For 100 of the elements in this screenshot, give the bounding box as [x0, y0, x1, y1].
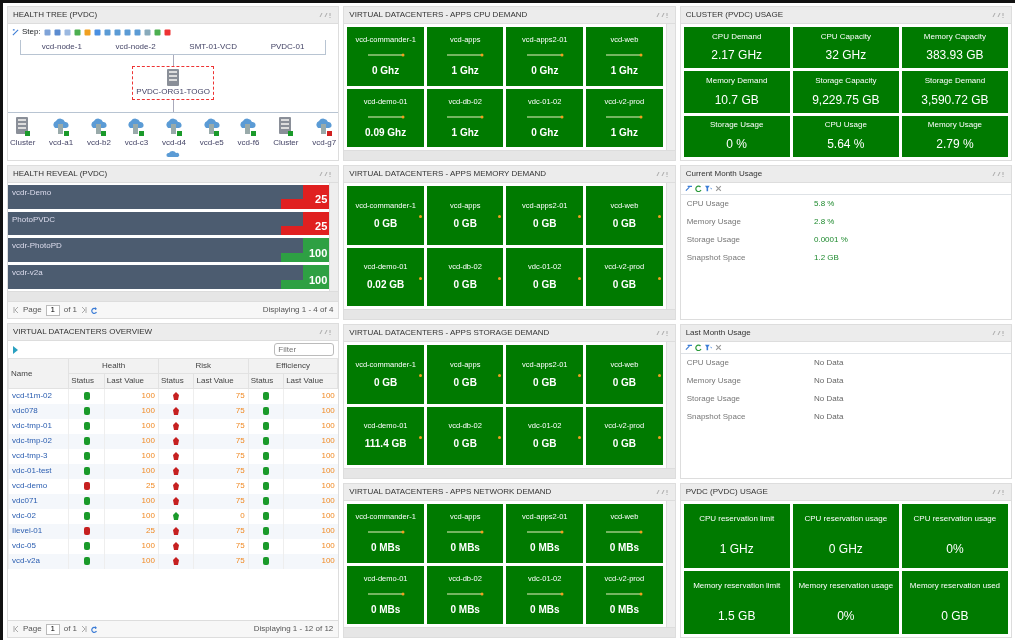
node-label: vcd-node-2	[115, 41, 156, 53]
panel-tools-icon[interactable]	[655, 330, 670, 336]
usage-label: CPU Usage	[686, 357, 730, 369]
panel-tools-icon[interactable]	[992, 171, 1006, 177]
usage-label: Snapshot Space	[686, 252, 747, 264]
vertical-scrollbar[interactable]	[665, 24, 675, 150]
health-row-name: vcdr-v2a	[11, 267, 44, 280]
refresh-icon[interactable]	[91, 625, 98, 633]
last-value: 100	[141, 406, 155, 416]
health-bar-row[interactable]: PhotoPVDC 25	[8, 211, 330, 236]
last-value: 75	[235, 391, 245, 401]
close-icon[interactable]	[714, 185, 722, 192]
horizontal-scrollbar[interactable]	[344, 150, 675, 160]
filter-icon[interactable]	[704, 344, 712, 351]
first-page-icon[interactable]	[13, 626, 19, 632]
panel-tools-icon[interactable]	[319, 170, 334, 177]
stat-value: 2.79 %	[936, 136, 974, 154]
last-page-icon[interactable]	[81, 307, 88, 314]
page-input[interactable]: 1	[45, 304, 60, 316]
health-bar-row[interactable]: vcdr-Demo 25	[8, 184, 330, 209]
vdc-name-link[interactable]: vcd-t1m-02	[12, 391, 52, 401]
filter-icon[interactable]	[704, 185, 712, 192]
horizontal-scrollbar[interactable]	[344, 468, 675, 478]
panel-title: HEALTH TREE (PVDC)	[13, 9, 98, 21]
stat-value: 3,590.72 GB	[921, 91, 989, 109]
panel-title: CLUSTER (PVDC) USAGE	[685, 9, 783, 21]
page-input[interactable]: 1	[45, 623, 60, 635]
health-score: 25	[303, 211, 330, 236]
tile-value: 0 GB	[533, 375, 557, 390]
search-field[interactable]: Filter	[274, 343, 335, 357]
last-page-icon[interactable]	[81, 626, 88, 632]
last-value: 75	[235, 526, 245, 536]
vdc-name-link[interactable]: vdc-02	[12, 511, 36, 521]
export-icon[interactable]	[12, 345, 19, 354]
vdc-name-link[interactable]: vcd-tmp-3	[12, 451, 48, 461]
tile-value: 0 MBs	[450, 602, 480, 617]
panel-tools-icon[interactable]	[655, 12, 670, 18]
last-value: 100	[321, 421, 335, 431]
tile-value: 0 Ghz	[531, 125, 559, 140]
node-label: PVDC-01	[270, 41, 305, 53]
panel-tools-icon[interactable]	[655, 489, 670, 495]
vertical-scrollbar[interactable]	[665, 501, 675, 627]
refresh-icon[interactable]	[694, 344, 702, 351]
panel-tools-icon[interactable]	[319, 12, 334, 18]
usage-label: Memory Usage	[686, 375, 742, 387]
horizontal-scrollbar[interactable]	[344, 627, 675, 637]
usage-value: 0.0001 %	[814, 234, 848, 246]
node-label: Cluster	[273, 136, 299, 149]
health-score: 25	[303, 184, 330, 209]
page-count: of 1	[63, 304, 78, 317]
tile-value: 1 Ghz	[451, 64, 479, 79]
health-bar-row[interactable]: vcdr-PhotoPD 100	[8, 238, 330, 263]
close-icon[interactable]	[714, 344, 722, 351]
selected-node-frame[interactable]: PVDC-ORG1-TOGO	[132, 66, 214, 101]
panel-tools-icon[interactable]	[992, 12, 1006, 18]
node-label: vcd-a1	[49, 136, 74, 149]
panel-tools-icon[interactable]	[319, 329, 334, 336]
vdc-name-link[interactable]: vdc-tmp-01	[12, 421, 52, 431]
health-bar-row[interactable]: vcdr-v2a 100	[8, 265, 330, 290]
pin-icon[interactable]	[684, 344, 692, 351]
displaying-count: Displaying 1 - 12 of 12	[253, 623, 334, 635]
tile-value: 1 Ghz	[451, 125, 479, 140]
last-value: 100	[321, 391, 335, 401]
tile-value: 0 MBs	[370, 541, 401, 556]
stat-value: 10.7 GB	[714, 91, 759, 109]
panel-tools-icon[interactable]	[992, 489, 1006, 495]
last-value: 100	[321, 511, 335, 521]
tile-value: 0 GB	[612, 437, 637, 452]
usage-value: No Data	[814, 393, 844, 405]
panel-tools-icon[interactable]	[992, 330, 1006, 336]
refresh-icon[interactable]	[694, 185, 702, 192]
panel-tools-icon[interactable]	[655, 171, 670, 177]
panel-title: HEALTH REVEAL (PVDC)	[13, 167, 108, 180]
vertical-scrollbar[interactable]	[665, 183, 675, 309]
layout-icon[interactable]	[12, 28, 19, 36]
last-value: 75	[235, 556, 245, 566]
tile-value: 0 GB	[453, 216, 477, 231]
stat-label: Memory Capacity	[923, 30, 987, 43]
pin-icon[interactable]	[684, 185, 692, 192]
stat-value: 383.93 GB	[926, 47, 984, 65]
tile-value: 0 GB	[612, 375, 637, 390]
stat-label: Storage Usage	[710, 119, 764, 132]
panel-title: VIRTUAL DATACENTERS - APPS STORAGE DEMAND	[349, 327, 550, 339]
vertical-scrollbar[interactable]	[329, 182, 339, 292]
node-label: vcd-b2	[86, 136, 111, 149]
last-value: 100	[141, 541, 155, 551]
usage-value: 5.8 %	[814, 198, 835, 210]
horizontal-scrollbar[interactable]	[8, 291, 339, 302]
page-label: Page	[23, 304, 42, 317]
node-label: vcd-node-1	[41, 41, 82, 53]
first-page-icon[interactable]	[13, 307, 19, 314]
vdc-name-link[interactable]: vcd-demo	[12, 481, 48, 491]
vdc-name-link[interactable]: vdc-05	[12, 541, 36, 551]
panel-title: VIRTUAL DATACENTERS - APPS NETWORK DEMAND	[349, 486, 552, 498]
usage-label: CPU Usage	[686, 198, 730, 210]
vertical-scrollbar[interactable]	[665, 342, 675, 468]
refresh-icon[interactable]	[91, 306, 98, 314]
horizontal-scrollbar[interactable]	[344, 309, 675, 319]
tile-value: 0 MBs	[530, 541, 560, 556]
health-score: 100	[303, 265, 330, 290]
